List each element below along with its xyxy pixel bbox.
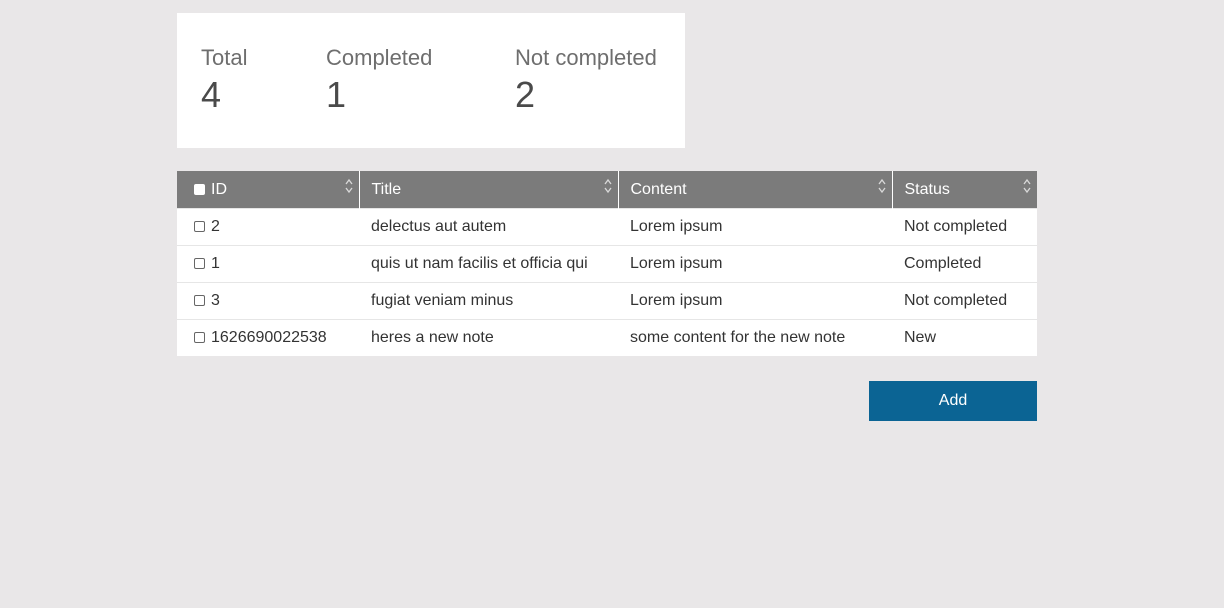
- table-row[interactable]: 1 quis ut nam facilis et officia qui Lor…: [177, 245, 1037, 283]
- column-header-title[interactable]: Title: [358, 171, 618, 209]
- table-header-row: ID Title Content Status: [177, 171, 1037, 209]
- row-checkbox[interactable]: [194, 295, 205, 306]
- cell-title: fugiat veniam minus: [359, 282, 618, 320]
- sort-icon[interactable]: [344, 178, 354, 194]
- add-button[interactable]: Add: [869, 381, 1037, 421]
- cell-id-text: 2: [211, 218, 220, 235]
- sort-icon[interactable]: [877, 178, 887, 194]
- cell-title: heres a new note: [359, 319, 618, 356]
- column-header-status[interactable]: Status: [891, 171, 1037, 209]
- column-header-content[interactable]: Content: [617, 171, 892, 209]
- summary-card: Total 4 Completed 1 Not completed 2: [177, 13, 685, 148]
- stat-total: Total 4: [201, 45, 247, 116]
- stat-not-completed-label: Not completed: [515, 45, 657, 70]
- cell-content: Lorem ipsum: [618, 282, 892, 320]
- cell-id: 1: [177, 245, 359, 283]
- cell-content: Lorem ipsum: [618, 245, 892, 283]
- stat-completed-value: 1: [326, 74, 347, 115]
- cell-content: some content for the new note: [618, 319, 892, 356]
- cell-id-text: 3: [211, 292, 220, 309]
- stat-total-value: 4: [201, 74, 222, 115]
- cell-id-text: 1: [211, 255, 220, 272]
- stat-completed-label: Completed: [326, 45, 433, 70]
- table-row[interactable]: 3 fugiat veniam minus Lorem ipsum Not co…: [177, 282, 1037, 320]
- cell-status: Not completed: [892, 208, 1037, 246]
- cell-id-text: 1626690022538: [211, 329, 327, 346]
- column-header-id[interactable]: ID: [177, 171, 359, 209]
- stat-total-label: Total: [201, 45, 248, 70]
- column-header-status-label: Status: [904, 180, 950, 198]
- stat-completed: Completed 1: [326, 45, 432, 116]
- row-checkbox[interactable]: [194, 332, 205, 343]
- column-header-id-label: ID: [211, 180, 227, 198]
- cell-id: 2: [177, 208, 359, 246]
- cell-status: New: [892, 319, 1037, 356]
- cell-id: 3: [177, 282, 359, 320]
- table-row[interactable]: 2 delectus aut autem Lorem ipsum Not com…: [177, 208, 1037, 246]
- row-checkbox[interactable]: [194, 258, 205, 269]
- sort-icon[interactable]: [1022, 178, 1032, 194]
- cell-status: Not completed: [892, 282, 1037, 320]
- row-checkbox[interactable]: [194, 221, 205, 232]
- notes-table: ID Title Content Status 2 delectus aut a…: [177, 171, 1037, 356]
- stat-not-completed-value: 2: [515, 74, 536, 115]
- select-all-checkbox[interactable]: [194, 183, 205, 195]
- cell-id: 1626690022538: [177, 319, 359, 356]
- stat-not-completed: Not completed 2: [515, 45, 657, 116]
- table-row[interactable]: 1626690022538 heres a new note some cont…: [177, 319, 1037, 356]
- cell-title: delectus aut autem: [359, 208, 618, 246]
- column-header-title-label: Title: [371, 180, 402, 198]
- column-header-content-label: Content: [630, 180, 687, 198]
- cell-status: Completed: [892, 245, 1037, 283]
- cell-title: quis ut nam facilis et officia qui: [359, 245, 618, 283]
- cell-content: Lorem ipsum: [618, 208, 892, 246]
- sort-icon[interactable]: [603, 178, 613, 194]
